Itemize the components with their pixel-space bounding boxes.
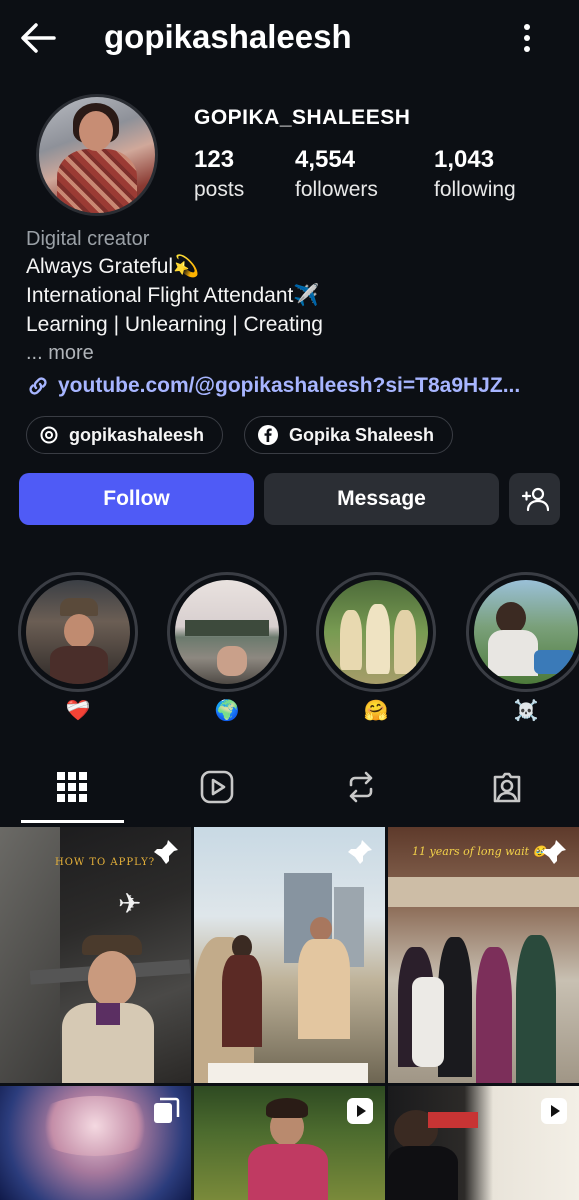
reels-icon [200,770,234,804]
top-bar: gopikashaleesh [0,0,579,76]
pin-icon [154,840,178,864]
suggest-people-button[interactable] [509,473,560,525]
bio-category: Digital creator [26,228,150,250]
tab-tagged[interactable] [456,750,558,824]
bio-link-text: youtube.com/@gopikashaleesh?si=T8a9HJZ..… [58,374,521,397]
post-thumbnail[interactable] [194,1086,385,1200]
facebook-chip[interactable]: Gopika Shaleesh [244,416,454,454]
stat-value: 123 [194,146,235,173]
chip-label: Gopika Shaleesh [289,424,435,445]
profile-bio: Digital creator Always Grateful💫 Interna… [26,226,566,367]
grid-icon [57,772,87,802]
chip-label: gopikashaleesh [69,424,205,445]
display-name: GOPIKA_SHALEESH [194,106,411,129]
reel-icon [347,1098,373,1124]
highlight-ring [18,572,138,692]
reposts-icon [349,771,373,803]
tab-posts-grid[interactable] [21,750,123,824]
threads-icon [40,426,58,444]
highlight-emoji: ☠️ [513,700,539,722]
tab-reposts[interactable] [310,750,412,824]
stat-label: posts [194,178,245,201]
stat-posts[interactable]: 123 posts [194,146,244,202]
highlight-item[interactable]: 🤗 [316,572,436,723]
post-thumbnail[interactable] [194,827,385,1083]
avatar-image [39,97,155,213]
bio-line: Learning | Unlearning | Creating [26,313,323,336]
post-overlay-text: HOW TO APPLY? [55,857,156,868]
reel-icon [541,1098,567,1124]
pin-icon [542,840,566,864]
airplane-icon: ✈ [118,888,142,919]
highlight-emoji: 🌍 [214,700,240,722]
stat-label: followers [295,178,378,201]
bio-link[interactable]: youtube.com/@gopikashaleesh?si=T8a9HJZ..… [26,374,520,398]
stat-label: following [434,178,516,201]
message-button[interactable]: Message [264,473,499,525]
add-person-icon [521,487,549,512]
tagged-icon [493,772,521,803]
stat-followers[interactable]: 4,554 followers [295,146,378,202]
post-thumbnail[interactable] [0,1086,191,1200]
more-vertical-icon [524,24,530,52]
highlight-emoji: 🤗 [363,700,389,722]
highlight-ring [167,572,287,692]
link-icon [29,377,47,395]
threads-chip[interactable]: gopikashaleesh [26,416,224,454]
profile-avatar[interactable] [36,94,158,216]
follow-button[interactable]: Follow [19,473,254,525]
profile-username: gopikashaleesh [104,18,352,55]
pin-icon [348,840,372,864]
highlight-cover [474,580,578,684]
stat-following[interactable]: 1,043 following [434,146,516,202]
more-options-button[interactable] [514,22,540,54]
active-tab-indicator [21,820,124,823]
bio-line: International Flight Attendant✈️ [26,284,320,307]
stat-value: 1,043 [434,146,495,173]
post-thumbnail[interactable] [388,1086,579,1200]
highlight-ring [466,572,579,692]
bio-more-link[interactable]: ... more [26,339,566,367]
highlight-item[interactable]: ❤️‍🩹 [18,572,138,723]
highlight-item[interactable]: 🌍 [167,572,287,723]
carousel-icon [154,1097,180,1123]
highlight-cover [26,580,130,684]
post-overlay-text: 11 years of long wait 🥹 [412,845,547,858]
profile-tabs [0,750,579,824]
bio-line: Always Grateful💫 [26,255,200,278]
tab-reels[interactable] [166,750,268,824]
highlight-cover [324,580,428,684]
post-thumbnail[interactable]: HOW TO APPLY? ✈ [0,827,191,1083]
highlight-emoji: ❤️‍🩹 [65,700,91,722]
stat-value: 4,554 [295,146,356,173]
post-thumbnail[interactable]: 11 years of long wait 🥹 [388,827,579,1083]
highlight-ring [316,572,436,692]
highlight-item[interactable]: ☠️ [466,572,579,723]
highlight-cover [175,580,279,684]
back-button[interactable] [18,20,58,56]
facebook-icon [258,425,278,445]
arrow-left-icon [21,23,56,53]
